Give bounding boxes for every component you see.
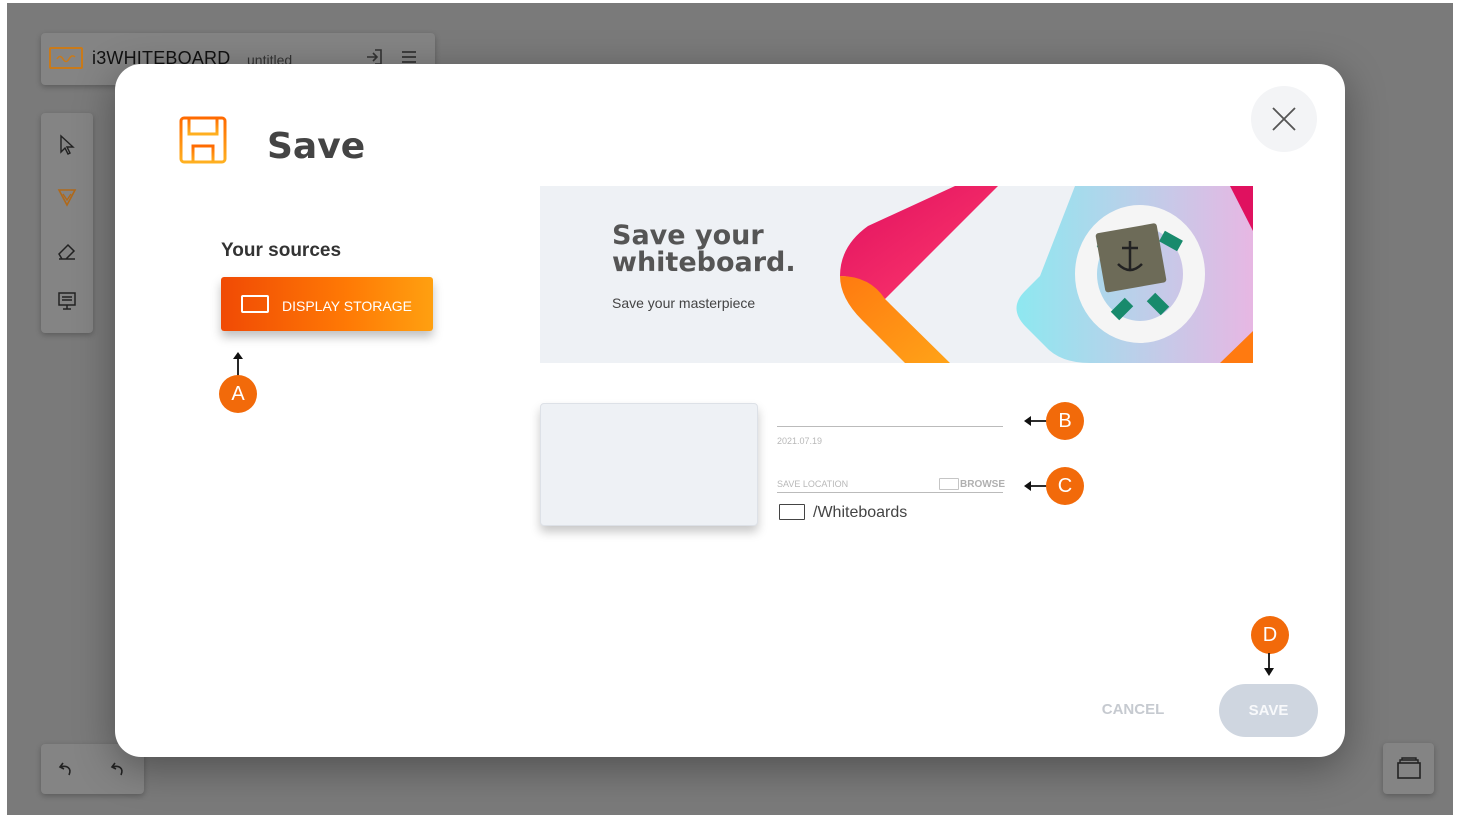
folder-icon [939,478,959,490]
browse-button[interactable]: BROWSE [939,476,1005,490]
save-button[interactable]: SAVE [1219,684,1318,737]
layers-button[interactable] [1383,743,1434,794]
logo-icon [49,47,83,69]
tool-sidebar [41,113,93,333]
display-storage-label: DISPLAY STORAGE [282,298,412,314]
callout-c: C [1046,467,1084,505]
layers-icon [1395,755,1423,786]
callout-a: A [219,375,257,413]
callout-a-arrow [233,352,243,377]
save-location-label: SAVE LOCATION [777,479,849,489]
dialog-title: Save [267,126,366,167]
banner-subtitle: Save your masterpiece [612,295,756,311]
callout-d: D [1251,616,1289,654]
file-name-underline [777,426,1003,427]
file-name-input[interactable] [777,404,1003,426]
callout-d-arrow [1264,653,1274,676]
save-dialog: Save Your sources DISPLAY STORAGE Save y… [115,64,1345,757]
whiteboard-thumbnail [540,403,758,526]
sources-heading: Your sources [221,240,342,261]
folder-icon [779,504,805,520]
screen-icon [241,295,269,313]
present-icon[interactable] [55,289,79,313]
eraser-icon[interactable] [55,239,79,263]
banner-title: Save your whiteboard. [612,220,796,278]
save-date: 2021.07.19 [777,436,823,446]
save-banner: Save your whiteboard. Save your masterpi… [540,186,1253,363]
pen-icon[interactable] [55,185,79,209]
close-icon [1272,107,1296,131]
pointer-icon[interactable] [55,133,79,157]
undo-icon[interactable] [55,757,79,786]
browse-label: BROWSE [960,479,1005,490]
save-location-underline [777,492,1003,493]
redo-icon[interactable] [107,757,131,786]
display-storage-button[interactable]: DISPLAY STORAGE [221,277,433,331]
save-icon [179,116,227,164]
save-path: /Whiteboards [813,504,908,521]
close-button[interactable] [1251,86,1317,152]
cancel-button[interactable]: CANCEL [1085,684,1181,736]
callout-b: B [1046,402,1084,440]
